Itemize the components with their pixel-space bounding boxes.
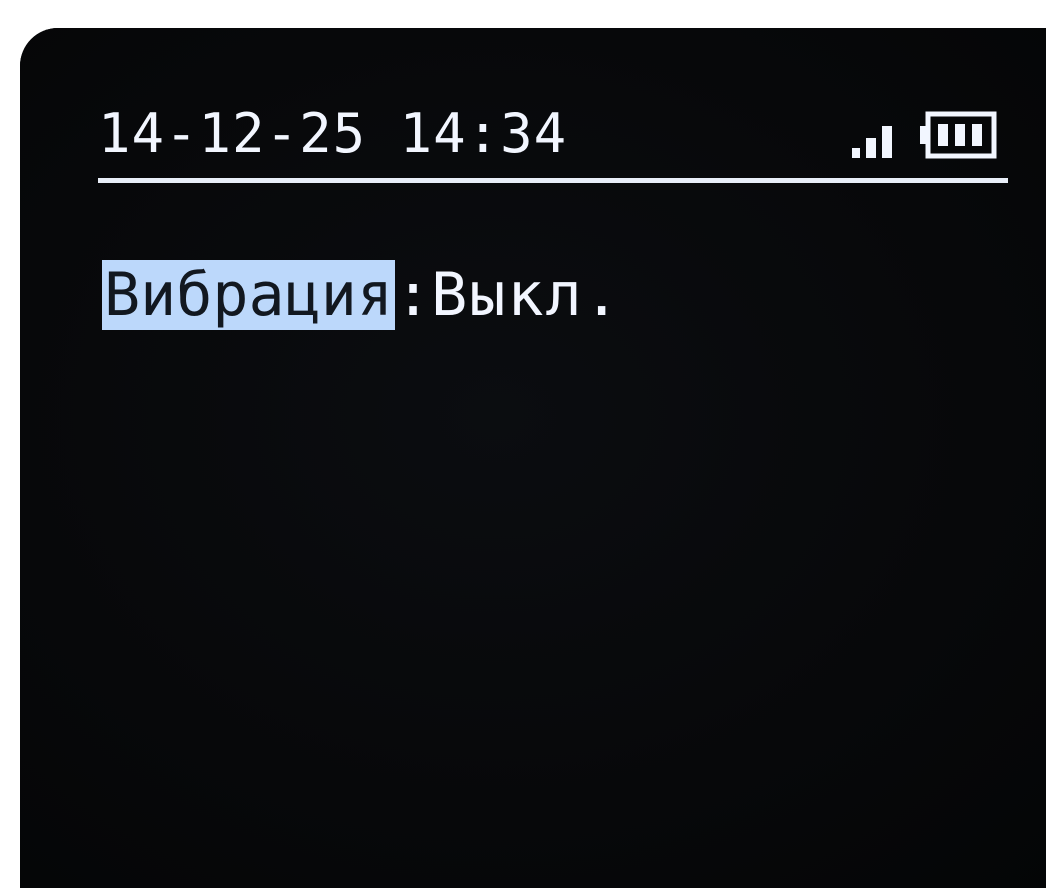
datetime-display: 14-12-25 14:34 xyxy=(98,102,568,165)
signal-strength-icon xyxy=(852,126,892,158)
status-bar: 14-12-25 14:34 xyxy=(98,100,1008,183)
setting-label-selected[interactable]: Вибрация xyxy=(102,260,395,330)
battery-icon xyxy=(920,111,997,159)
lcd-screen: 14-12-25 14:34 Вибрация : Выкл. xyxy=(20,28,1046,888)
setting-separator: : xyxy=(394,260,432,330)
device-frame: 14-12-25 14:34 Вибрация : Выкл. xyxy=(20,28,1046,888)
vibration-setting-row[interactable]: Вибрация : Выкл. xyxy=(102,255,622,335)
setting-value[interactable]: Выкл. xyxy=(431,260,622,330)
